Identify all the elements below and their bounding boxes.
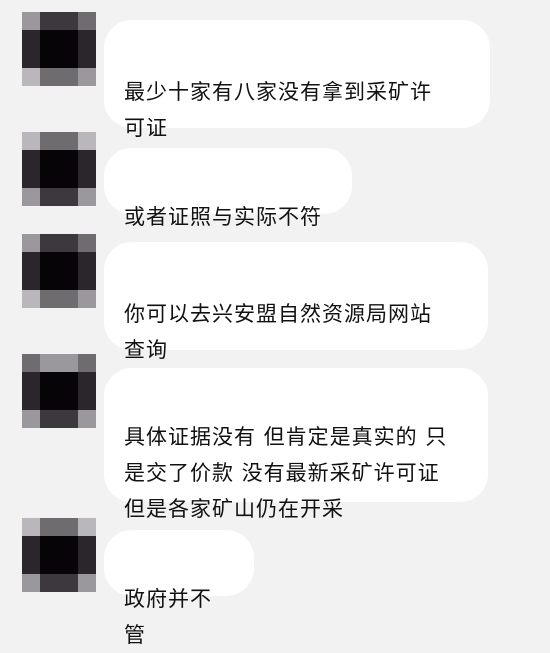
avatar[interactable] — [22, 12, 96, 86]
message-text: 政府并不管 — [124, 587, 212, 647]
avatar[interactable] — [22, 234, 96, 308]
chat-thread: 最少十家有八家没有拿到采矿许 可证 或者证照与实际不符 你可以去兴安盟自然资源局… — [0, 0, 550, 647]
message-bubble[interactable]: 政府并不管 — [104, 530, 254, 647]
avatar[interactable] — [22, 354, 96, 428]
message-text: 或者证照与实际不符 — [124, 205, 322, 229]
message-text: 最少十家有八家没有拿到采矿许 可证 — [124, 80, 432, 140]
message-text: 具体证据没有 但肯定是真实的 只 是交了价款 没有最新采矿许可证 但是各家矿山仍… — [124, 425, 448, 521]
message-bubble[interactable]: 或者证照与实际不符 — [104, 148, 352, 229]
message-text: 你可以去兴安盟自然资源局网站 查询 — [124, 302, 432, 362]
avatar[interactable] — [22, 132, 96, 206]
avatar[interactable] — [22, 518, 96, 592]
message-bubble[interactable]: 你可以去兴安盟自然资源局网站 查询 — [104, 242, 488, 362]
message-bubble[interactable]: 具体证据没有 但肯定是真实的 只 是交了价款 没有最新采矿许可证 但是各家矿山仍… — [104, 368, 488, 521]
message-bubble[interactable]: 最少十家有八家没有拿到采矿许 可证 — [104, 20, 490, 140]
